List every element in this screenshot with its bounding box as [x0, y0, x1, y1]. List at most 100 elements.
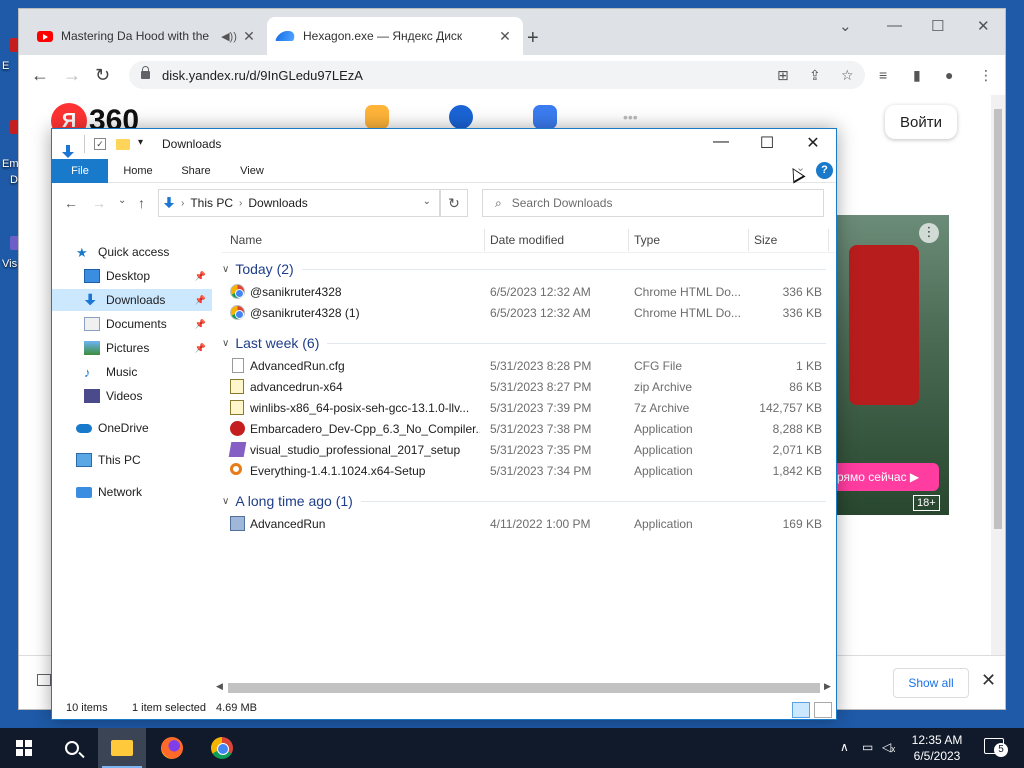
scroll-left-icon[interactable]: ◀	[216, 681, 223, 692]
close-tab-icon[interactable]: ✕	[497, 28, 513, 45]
column-name[interactable]: Name	[230, 233, 262, 247]
refresh-button[interactable]: ↻	[440, 189, 468, 217]
telemost-app-icon[interactable]	[533, 105, 557, 129]
ad-options-icon[interactable]: ⋮	[919, 223, 939, 243]
minimize-button[interactable]: —	[698, 133, 744, 151]
file-row[interactable]: advancedrun-x64 5/31/2023 8:27 PM zip Ar…	[222, 376, 836, 397]
disk-app-icon[interactable]	[449, 105, 473, 129]
breadcrumb-this-pc[interactable]: This PC	[190, 196, 233, 210]
forward-button[interactable]: →	[92, 195, 106, 211]
close-tab-icon[interactable]: ✕	[241, 28, 257, 45]
nav-item-videos[interactable]: Videos	[52, 385, 212, 407]
address-dropdown-icon[interactable]: ⌄	[423, 196, 431, 207]
minimize-button[interactable]: —	[887, 17, 902, 34]
reload-button[interactable]: ↻	[95, 65, 110, 86]
column-type[interactable]: Type	[634, 233, 660, 247]
tab-search-icon[interactable]: ⌄	[839, 17, 852, 35]
pin-icon[interactable]: 📌	[195, 319, 206, 330]
nav-item-this-pc[interactable]: This PC	[52, 449, 212, 471]
pin-icon[interactable]: 📌	[195, 295, 206, 306]
page-scrollbar[interactable]	[991, 95, 1005, 655]
login-button[interactable]: Войти	[885, 105, 957, 139]
column-divider[interactable]	[748, 229, 749, 251]
file-row[interactable]: AdvancedRun 4/11/2022 1:00 PM Applicatio…	[222, 513, 836, 534]
side-panel-icon[interactable]: ▮	[913, 67, 921, 84]
file-row[interactable]: Embarcadero_Dev-Cpp_6.3_No_Compiler... 5…	[222, 418, 836, 439]
system-clock[interactable]: 12:35 AM 6/5/2023	[900, 732, 974, 764]
menu-kebab-icon[interactable]: ⋮	[979, 67, 993, 84]
nav-item-downloads[interactable]: Downloads 📌	[52, 289, 212, 311]
close-button[interactable]: ✕	[790, 133, 836, 153]
downloads-quick-icon[interactable]	[62, 145, 74, 159]
network-tray-icon[interactable]: ▭	[862, 740, 873, 754]
taskbar-chrome[interactable]	[198, 728, 246, 768]
group-header[interactable]: ∨ Today (2)	[222, 259, 826, 279]
column-date-modified[interactable]: Date modified	[490, 233, 564, 247]
mail-app-icon[interactable]	[365, 105, 389, 129]
show-all-button[interactable]: Show all	[893, 668, 969, 698]
bookmark-star-icon[interactable]: ☆	[841, 67, 854, 84]
taskbar-file-explorer[interactable]	[98, 728, 146, 768]
back-button[interactable]: ←	[64, 195, 78, 211]
close-button[interactable]: ✕	[977, 17, 990, 35]
close-download-bar-icon[interactable]: ✕	[981, 670, 996, 691]
recent-locations-icon[interactable]: ⌄	[118, 195, 126, 206]
horizontal-scrollbar[interactable]: ◀ ▶	[214, 681, 836, 695]
tab-share[interactable]: Share	[168, 159, 224, 183]
nav-item-documents[interactable]: Documents 📌	[52, 313, 212, 335]
advertisement-banner[interactable]: ⋮ рямо сейчас ▶ 18+	[831, 215, 949, 515]
group-header[interactable]: ∨ A long time ago (1)	[222, 491, 826, 511]
details-view-button[interactable]	[792, 702, 810, 718]
column-divider[interactable]	[828, 229, 829, 251]
help-icon[interactable]: ?	[816, 162, 833, 179]
tab-file[interactable]: File	[52, 159, 108, 183]
file-row[interactable]: Everything-1.4.1.1024.x64-Setup 5/31/202…	[222, 460, 836, 481]
more-apps-icon[interactable]: •••	[623, 109, 638, 125]
file-row[interactable]: winlibs-x86_64-posix-seh-gcc-13.1.0-llv.…	[222, 397, 836, 418]
file-row[interactable]: @sanikruter4328 6/5/2023 12:32 AM Chrome…	[222, 281, 836, 302]
tab-home[interactable]: Home	[110, 159, 166, 183]
nav-item-pictures[interactable]: Pictures 📌	[52, 337, 212, 359]
new-tab-button[interactable]: +	[527, 27, 539, 50]
start-button[interactable]	[0, 728, 48, 768]
nav-item-music[interactable]: ♪ Music	[52, 361, 212, 383]
up-button[interactable]: ↑	[138, 195, 145, 211]
large-icons-view-button[interactable]	[814, 702, 832, 718]
pin-icon[interactable]: 📌	[195, 271, 206, 282]
address-bar[interactable]: disk.yandex.ru/d/9InGLedu97LEzA	[129, 61, 865, 89]
file-row[interactable]: @sanikruter4328 (1) 6/5/2023 12:32 AM Ch…	[222, 302, 836, 323]
nav-item-network[interactable]: Network	[52, 481, 212, 503]
maximize-button[interactable]: ☐	[931, 17, 944, 35]
column-divider[interactable]	[628, 229, 629, 251]
scrollbar-thumb[interactable]	[228, 683, 820, 693]
tab-view[interactable]: View	[226, 159, 278, 183]
column-size[interactable]: Size	[754, 233, 777, 247]
nav-item-desktop[interactable]: Desktop 📌	[52, 265, 212, 287]
forward-button[interactable]: →	[63, 65, 81, 86]
share-icon[interactable]: ⇪	[809, 67, 821, 84]
nav-item-quick-access[interactable]: ★ Quick access	[52, 241, 212, 263]
file-row[interactable]: visual_studio_professional_2017_setup 5/…	[222, 439, 836, 460]
breadcrumb-downloads[interactable]: Downloads	[248, 196, 307, 210]
profile-avatar-icon[interactable]: ●	[945, 67, 953, 83]
properties-icon[interactable]: ✓	[94, 138, 106, 150]
group-header[interactable]: ∨ Last week (6)	[222, 333, 826, 353]
file-row[interactable]: AdvancedRun.cfg 5/31/2023 8:28 PM CFG Fi…	[222, 355, 836, 376]
volume-muted-icon[interactable]: ◁ₓ	[882, 740, 895, 754]
pin-icon[interactable]: 📌	[195, 343, 206, 354]
tab-youtube[interactable]: Mastering Da Hood with the ◀)) ✕	[27, 17, 267, 55]
scrollbar-thumb[interactable]	[994, 109, 1002, 529]
taskbar-firefox[interactable]	[148, 728, 196, 768]
back-button[interactable]: ←	[31, 65, 49, 86]
translate-icon[interactable]: ⊞	[777, 67, 789, 84]
new-folder-icon[interactable]	[116, 139, 130, 150]
reading-list-icon[interactable]: ≡	[879, 67, 887, 83]
download-file-icon[interactable]	[37, 674, 51, 686]
column-divider[interactable]	[484, 229, 485, 251]
notification-center-icon[interactable]: 5	[984, 738, 1008, 757]
ad-cta-button[interactable]: рямо сейчас ▶	[831, 463, 939, 491]
search-input[interactable]: ⌕ Search Downloads	[482, 189, 824, 217]
show-hidden-icons-icon[interactable]: ∧	[840, 740, 849, 754]
maximize-button[interactable]: ☐	[744, 133, 790, 153]
scroll-right-icon[interactable]: ▶	[824, 681, 831, 692]
